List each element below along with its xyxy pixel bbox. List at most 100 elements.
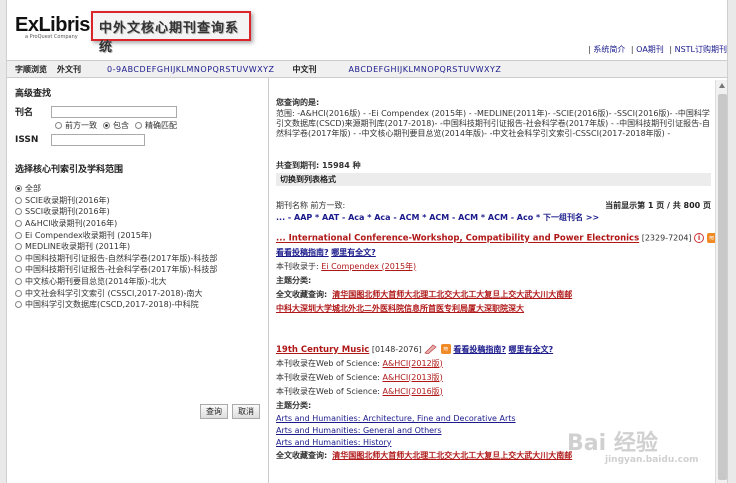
- indexed-link[interactable]: A&HCI(2016版): [383, 387, 443, 396]
- holding-link[interactable]: 北理工: [412, 451, 436, 460]
- holding-link[interactable]: 深职院: [484, 304, 508, 313]
- link-nstl[interactable]: NSTL订购期刊: [675, 45, 727, 54]
- switch-list-format[interactable]: 切换到列表格式: [276, 173, 711, 186]
- holding-link[interactable]: 南邮: [556, 290, 572, 299]
- holding-link[interactable]: 北理工: [412, 290, 436, 299]
- holding-link[interactable]: 川大: [540, 290, 556, 299]
- category-option[interactable]: 中文核心期刊要目总览(2014年版)-北大: [15, 276, 260, 288]
- link-intro[interactable]: 系统简介: [593, 45, 625, 54]
- vertical-scrollbar[interactable]: [715, 80, 727, 483]
- indexed-line: 本刊收录于: Ei Compendex (2015年): [276, 261, 711, 272]
- subject-link[interactable]: Arts and Humanities: History: [276, 438, 391, 447]
- category-option[interactable]: 中国科技期刊引证报告-自然科学卷(2017年版)-科技部: [15, 253, 260, 265]
- holding-link[interactable]: 国图: [348, 451, 364, 460]
- scroll-thumb[interactable]: [718, 94, 727, 480]
- rss-icon[interactable]: ≋: [440, 344, 451, 354]
- rss-icon[interactable]: ≋: [706, 233, 715, 243]
- holding-link[interactable]: 北交大: [436, 451, 460, 460]
- holding-link[interactable]: 北交大: [436, 290, 460, 299]
- holding-link[interactable]: 上交大: [500, 290, 524, 299]
- radio-icon: [15, 254, 22, 262]
- category-option[interactable]: SCIE收录期刊(2016年): [15, 195, 260, 207]
- fulltext-link[interactable]: 哪里有全文?: [331, 248, 376, 257]
- guide-link[interactable]: 看看投稿指南?: [453, 345, 506, 354]
- foreign-letter-link[interactable]: G: [157, 65, 164, 74]
- holding-link[interactable]: 北外: [340, 304, 356, 313]
- total-count: 共查到期刊: 15984 种: [276, 161, 361, 170]
- fulltext-link[interactable]: 哪里有全文?: [509, 345, 554, 354]
- radio-icon: [15, 266, 22, 274]
- chinese-letter-link[interactable]: Z: [495, 65, 501, 74]
- holding-link[interactable]: 复旦: [484, 290, 500, 299]
- indexed-link[interactable]: A&HCI(2012版): [383, 359, 443, 368]
- holding-link[interactable]: 清华: [332, 451, 348, 460]
- radio-checked-icon: [103, 122, 110, 129]
- exlibris-logo[interactable]: ExLibris a ProQuest Company: [15, 14, 90, 40]
- holding-link[interactable]: 武大: [524, 290, 540, 299]
- holding-link[interactable]: 首医: [428, 304, 444, 313]
- holding-link[interactable]: 北工大: [460, 290, 484, 299]
- category-option[interactable]: 中国科学引文数据库(CSCD,2017-2018)-中科院: [15, 299, 260, 311]
- issn: [2329-7204]: [639, 233, 695, 243]
- indexed-line: 本刊收录在Web of Science: A&HCI(2012版): [276, 358, 711, 369]
- cancel-button[interactable]: 取消: [232, 404, 260, 419]
- holding-link[interactable]: 北二外: [356, 304, 380, 313]
- foreign-letter-link[interactable]: 0-9: [107, 65, 122, 74]
- category-option[interactable]: Ei Compendex收录期刊 (2015年): [15, 229, 260, 241]
- guide-link[interactable]: 看看投稿指南?: [276, 248, 329, 257]
- holding-link[interactable]: 首师大: [388, 451, 412, 460]
- info-icon[interactable]: i: [694, 233, 705, 243]
- category-option[interactable]: 全部: [15, 183, 260, 195]
- issn-input[interactable]: [51, 134, 145, 146]
- category-option[interactable]: 中国科技期刊引证报告-社会科学卷(2017年版)-科技部: [15, 264, 260, 276]
- system-title: 中外文核心期刊查询系统: [99, 21, 240, 55]
- holding-link[interactable]: 深圳大学城: [300, 304, 340, 313]
- holding-link[interactable]: 北师大: [364, 451, 388, 460]
- holding-link[interactable]: 中科大: [276, 304, 300, 313]
- name-group-nav[interactable]: ... - AAP * AAT - Aca * Aca - ACM * ACM …: [276, 213, 711, 223]
- holding-link[interactable]: 川大: [540, 451, 556, 460]
- journal-title-link[interactable]: ... International Conference-Workshop, C…: [276, 234, 639, 244]
- subject-link[interactable]: Arts and Humanities: General and Others: [276, 426, 442, 435]
- holding-link[interactable]: 复旦: [484, 451, 500, 460]
- category-option[interactable]: MEDLINE收录期刊 (2011年): [15, 241, 260, 253]
- indexed-link[interactable]: Ei Compendex (2015年): [321, 262, 416, 271]
- subject-link[interactable]: Arts and Humanities: Architecture, Fine …: [276, 414, 516, 423]
- category-label: Ei Compendex收录期刊 (2015年): [25, 230, 152, 240]
- holding-link[interactable]: 医科院信息所: [380, 304, 428, 313]
- holding-link[interactable]: 北工大: [460, 451, 484, 460]
- holding-link[interactable]: 北师大: [364, 290, 388, 299]
- holdings-line: 中科大深圳大学城北外北二外医科院信息所首医专利局厦大深职院深大: [276, 303, 711, 314]
- holding-link[interactable]: 武大: [524, 451, 540, 460]
- indexed-link[interactable]: A&HCI(2013版): [383, 373, 443, 382]
- subject-line: Arts and Humanities: Architecture, Fine …: [276, 414, 711, 423]
- foreign-letter-link[interactable]: W: [249, 65, 257, 74]
- holding-link[interactable]: 国图: [348, 290, 364, 299]
- holding-link[interactable]: 清华: [332, 290, 348, 299]
- chinese-letter-link[interactable]: W: [476, 65, 484, 74]
- match-prefix-option[interactable]: 前方一致: [55, 120, 97, 131]
- radio-icon: [15, 289, 22, 297]
- search-button[interactable]: 查询: [200, 404, 228, 419]
- holding-link[interactable]: 厦大: [468, 304, 484, 313]
- pen-icon[interactable]: [424, 344, 438, 355]
- link-oa[interactable]: OA期刊: [636, 45, 664, 54]
- foreign-letter-link[interactable]: Z: [269, 65, 275, 74]
- title-input[interactable]: [51, 105, 177, 118]
- category-label: SCIE收录期刊(2016年): [25, 195, 110, 205]
- journal-title-link[interactable]: 19th Century Music: [276, 345, 369, 355]
- foreign-letter-link[interactable]: M: [187, 65, 194, 74]
- chinese-letter-link[interactable]: M: [413, 65, 420, 74]
- scroll-up-arrow-icon[interactable]: [719, 83, 725, 88]
- holding-link[interactable]: 上交大: [500, 451, 524, 460]
- category-option[interactable]: SSCI收录期刊(2016年): [15, 206, 260, 218]
- holding-link[interactable]: 首师大: [388, 290, 412, 299]
- match-exact-option[interactable]: 精确匹配: [135, 120, 177, 131]
- category-label: MEDLINE收录期刊 (2011年): [25, 242, 131, 252]
- holding-link[interactable]: 深大: [508, 304, 524, 313]
- category-option[interactable]: 中文社会科学引文索引 (CSSCI,2017-2018)-南大: [15, 287, 260, 299]
- match-contains-option[interactable]: 包含: [103, 120, 129, 131]
- pager: 期刊名称 前方一致: 当前显示第 1 页 / 共 800 页: [276, 200, 711, 211]
- holding-link[interactable]: 专利局: [444, 304, 468, 313]
- category-option[interactable]: A&HCI收录期刊(2016年): [15, 218, 260, 230]
